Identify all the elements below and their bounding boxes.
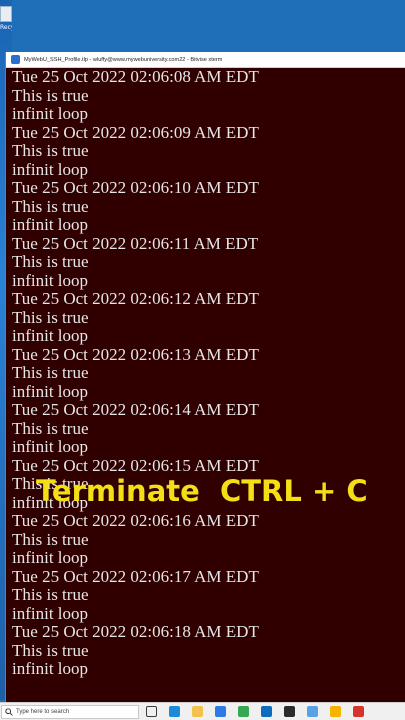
search-placeholder: Type here to search — [16, 708, 70, 715]
terminal-line: infinit loop — [12, 326, 89, 345]
terminal-line: infinit loop — [12, 603, 89, 623]
terminal-line: Tue 25 Oct 2022 02:06:16 AM EDT — [12, 511, 259, 530]
terminal-line: infinit loop — [12, 548, 89, 567]
terminal-line: This is true — [12, 363, 89, 382]
terminal-line: infinit loop — [12, 104, 89, 123]
terminal-line: Tue 25 Oct 2022 02:06:11 AM EDT — [12, 233, 259, 253]
notepad-icon[interactable] — [307, 706, 318, 717]
terminal-line: Tue 25 Oct 2022 02:06:10 AM EDT — [12, 178, 259, 197]
terminal-line: This is true — [12, 307, 89, 327]
desktop-icon-label: Recycle Bin — [0, 24, 12, 31]
terminal-line: Tue 25 Oct 2022 02:06:09 AM EDT — [12, 122, 259, 142]
window-title: MyWebU_SSH_Profile.tlp - wluffy@www.mywe… — [24, 56, 223, 63]
taskbar: Type here to search — [0, 702, 405, 720]
pdf-icon[interactable] — [353, 706, 364, 717]
terminal-line: This is true — [12, 85, 89, 105]
terminal-line: infinit loop — [12, 215, 89, 234]
overlay-caption: Terminate CTRL + C — [36, 474, 368, 508]
terminal-line: Tue 25 Oct 2022 02:06:18 AM EDT — [12, 622, 259, 641]
terminal-output[interactable]: Tue 25 Oct 2022 02:06:08 AM EDT This is t… — [12, 68, 405, 702]
terminal-line: This is true — [12, 529, 89, 549]
terminal-line: infinit loop — [12, 270, 89, 290]
mail-icon[interactable] — [261, 706, 272, 717]
recycle-bin-icon[interactable] — [0, 6, 12, 22]
terminal-line: infinit loop — [12, 381, 89, 401]
terminal-line: This is true — [12, 196, 89, 216]
terminal-line: Tue 25 Oct 2022 02:06:12 AM EDT — [12, 289, 259, 308]
taskbar-search-box[interactable]: Type here to search — [1, 704, 139, 719]
chrome-icon[interactable] — [238, 706, 249, 717]
terminal-line: infinit loop — [12, 159, 89, 179]
xterm-window[interactable]: MyWebU_SSH_Profile.tlp - wluffy@www.mywe… — [5, 52, 405, 702]
store-icon[interactable] — [215, 706, 226, 717]
terminal-line: Tue 25 Oct 2022 02:06:17 AM EDT — [12, 566, 259, 586]
terminal-line: infinit loop — [12, 437, 89, 456]
terminal-line: Tue 25 Oct 2022 02:06:14 AM EDT — [12, 400, 259, 419]
notes-icon[interactable] — [330, 706, 341, 717]
file-explorer-icon[interactable] — [192, 706, 203, 717]
terminal-line: This is true — [12, 585, 89, 604]
search-icon — [5, 707, 13, 716]
window-titlebar[interactable]: MyWebU_SSH_Profile.tlp - wluffy@www.mywe… — [6, 52, 405, 68]
task-view-icon[interactable] — [146, 706, 157, 717]
terminal-line: Tue 25 Oct 2022 02:06:08 AM EDT — [12, 68, 259, 86]
terminal-line: This is true — [12, 141, 89, 160]
bitvise-app-icon — [11, 55, 20, 64]
edge-icon[interactable] — [169, 706, 180, 717]
terminal-line: This is true — [12, 640, 89, 660]
terminal-line: infinit loop — [12, 659, 89, 678]
terminal-line: This is true — [12, 418, 89, 438]
terminal-line: Tue 25 Oct 2022 02:06:13 AM EDT — [12, 344, 259, 364]
terminal-app-icon[interactable] — [284, 706, 295, 717]
terminal-line: This is true — [12, 252, 89, 271]
terminal-line: Tue 25 Oct 2022 02:06:15 AM EDT — [12, 455, 259, 475]
